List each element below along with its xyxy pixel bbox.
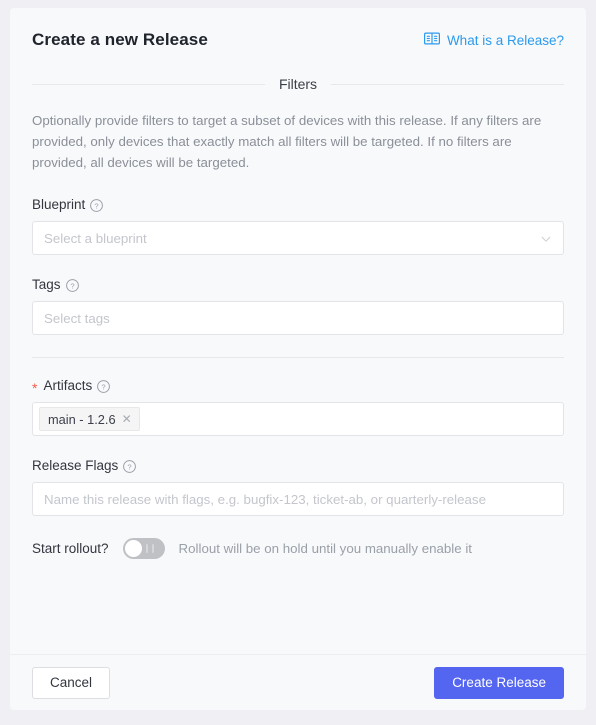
card-header: Create a new Release What is a Release?: [10, 8, 586, 50]
release-flags-label: Release Flags: [32, 458, 119, 473]
release-flags-label-row: Release Flags ?: [32, 458, 564, 473]
release-flags-field: Release Flags ? Name this release with f…: [32, 458, 564, 516]
close-icon[interactable]: ✕: [122, 413, 132, 425]
page-title: Create a new Release: [32, 30, 208, 49]
start-rollout-row: Start rollout? Rollout will be on hold u…: [32, 538, 564, 559]
question-circle-icon[interactable]: ?: [90, 199, 104, 212]
card-body: Filters Optionally provide filters to ta…: [10, 76, 586, 559]
release-flags-input-wrap[interactable]: Name this release with flags, e.g. bugfi…: [32, 482, 564, 516]
artifacts-section-divider: [32, 357, 564, 358]
question-circle-icon[interactable]: ?: [65, 279, 79, 292]
tags-select[interactable]: Select tags: [32, 301, 564, 335]
blueprint-label: Blueprint: [32, 197, 86, 212]
artifacts-select[interactable]: main - 1.2.6 ✕: [32, 402, 564, 436]
svg-text:?: ?: [128, 462, 132, 471]
release-flags-placeholder: Name this release with flags, e.g. bugfi…: [44, 491, 486, 507]
book-icon: [423, 32, 440, 48]
artifact-chip-label: main - 1.2.6: [48, 411, 116, 427]
start-rollout-hint: Rollout will be on hold until you manual…: [178, 541, 472, 556]
start-rollout-label: Start rollout?: [32, 541, 109, 556]
blueprint-placeholder: Select a blueprint: [44, 230, 147, 246]
blueprint-field: Blueprint ? Select a blueprint: [32, 197, 564, 255]
what-is-a-release-label: What is a Release?: [446, 32, 564, 48]
artifacts-field: * Artifacts ? main - 1.2.6 ✕: [32, 378, 564, 436]
tags-placeholder: Select tags: [44, 310, 110, 326]
artifacts-label-row: * Artifacts ?: [32, 378, 564, 396]
filters-description: Optionally provide filters to target a s…: [32, 113, 542, 170]
create-release-button[interactable]: Create Release: [434, 666, 564, 699]
blueprint-select[interactable]: Select a blueprint: [32, 221, 564, 255]
divider-line-right: [331, 83, 564, 85]
card-footer: Cancel Create Release: [10, 654, 586, 710]
question-circle-icon[interactable]: ?: [123, 460, 137, 473]
required-marker: *: [32, 379, 38, 396]
start-rollout-toggle[interactable]: [122, 538, 165, 559]
what-is-a-release-link[interactable]: What is a Release?: [423, 32, 564, 48]
tags-label: Tags: [32, 277, 61, 292]
blueprint-label-row: Blueprint ?: [32, 197, 564, 212]
artifacts-label: Artifacts: [43, 378, 93, 393]
svg-text:?: ?: [102, 382, 106, 391]
filters-section-divider: Filters: [32, 76, 564, 92]
svg-text:?: ?: [70, 281, 74, 290]
filters-section-label: Filters: [278, 76, 318, 92]
create-release-card: Create a new Release What is a Release?: [10, 8, 586, 710]
toggle-knob: [124, 540, 142, 557]
chevron-down-icon: [540, 232, 552, 244]
divider-line-left: [32, 83, 265, 85]
pause-icon: [145, 544, 154, 553]
tags-label-row: Tags ?: [32, 277, 564, 292]
cancel-button[interactable]: Cancel: [32, 666, 111, 699]
question-circle-icon[interactable]: ?: [97, 380, 111, 393]
tags-field: Tags ? Select tags: [32, 277, 564, 335]
page-root: Create a new Release What is a Release?: [0, 0, 596, 725]
svg-text:?: ?: [95, 201, 99, 210]
artifact-chip[interactable]: main - 1.2.6 ✕: [39, 407, 140, 431]
